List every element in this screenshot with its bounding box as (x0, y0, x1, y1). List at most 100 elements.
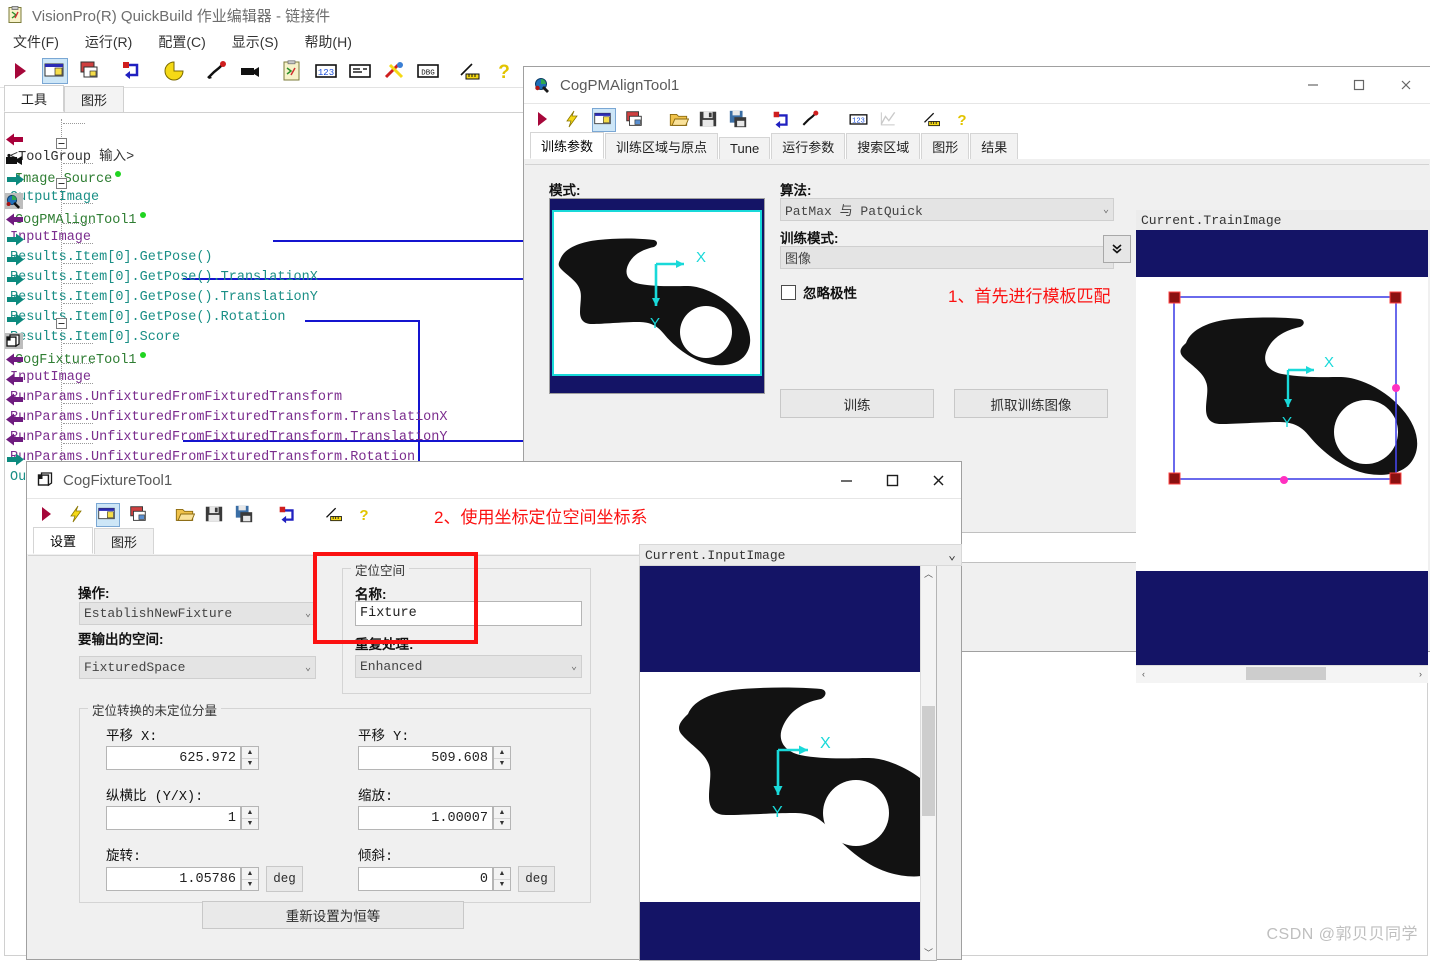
pmalign-window-controls[interactable] (1290, 67, 1430, 103)
scale-stepper[interactable]: ▲ ▼ (493, 806, 511, 830)
pmalign-close-button[interactable] (1382, 67, 1430, 103)
pm-toolbar-run[interactable] (532, 109, 554, 131)
fx-toolbar-tool-window[interactable] (96, 503, 120, 527)
pm-toolbar-save[interactable] (698, 109, 720, 131)
menu-help[interactable]: 帮助(H) (291, 30, 364, 54)
output-space-select[interactable]: FixturedSpace ⌄ (79, 656, 316, 679)
scale-field[interactable]: 1.00007 ▲ ▼ (358, 806, 511, 830)
train-mode-select[interactable]: 图像 ⌄ (780, 246, 1114, 269)
scroll-right-icon[interactable]: › (1413, 666, 1428, 681)
scroll-left-icon[interactable]: ‹ (1136, 666, 1151, 681)
skew-stepper[interactable]: ▲ ▼ (493, 867, 511, 891)
fixture-image-pane-wrap[interactable]: Current.InputImage ⌄ X Y ︿ ﹀ (639, 544, 962, 961)
menu-run[interactable]: 运行(R) (72, 30, 145, 54)
tab-tools[interactable]: 工具 (4, 85, 65, 112)
pmalign-titlebar[interactable]: CogPMAlignTool1 (524, 67, 1430, 104)
skew-field[interactable]: 0 ▲ ▼ deg (358, 866, 555, 892)
tab-graphics[interactable]: 图形 (64, 86, 125, 112)
scroll-up-icon[interactable]: ︿ (921, 566, 936, 581)
toolbar-measure[interactable] (458, 59, 482, 83)
rotation-unit-button[interactable]: deg (266, 866, 303, 892)
menu-display[interactable]: 显示(S) (219, 30, 292, 54)
scale-input[interactable]: 1.00007 (358, 806, 493, 830)
fixture-close-button[interactable] (915, 462, 961, 498)
fixture-input-image-display[interactable]: X Y ︿ ﹀ (639, 566, 937, 961)
aspect-ratio-stepper[interactable]: ▲ ▼ (241, 806, 259, 830)
toolbar-run[interactable] (8, 59, 32, 83)
pm-toolbar-graph[interactable] (878, 109, 900, 131)
toolbar-link[interactable] (120, 59, 144, 83)
pm-toolbar-edit[interactable] (800, 109, 822, 131)
aspect-ratio-field[interactable]: 1 ▲ ▼ (106, 806, 259, 830)
rotation-field[interactable]: 1.05786 ▲ ▼ deg (106, 866, 303, 892)
pmalign-maximize-button[interactable] (1336, 67, 1382, 103)
fixture-maximize-button[interactable] (869, 462, 915, 498)
toolbar-help[interactable]: ? (492, 59, 516, 83)
toolbar-numbers[interactable]: 123 (314, 59, 338, 83)
tree-expander[interactable] (56, 318, 67, 329)
pmalign-image-hscrollbar[interactable]: ‹ › (1136, 665, 1428, 683)
toolbar-script[interactable] (280, 59, 304, 83)
fixture-toolbar[interactable]: ? 2、使用坐标定位空间坐标系 (27, 499, 961, 531)
pm-toolbar-copy-window[interactable] (624, 109, 646, 131)
translation-y-stepper[interactable]: ▲ ▼ (493, 746, 511, 770)
skew-unit-button[interactable]: deg (518, 866, 555, 892)
fx-toolbar-open[interactable] (174, 504, 196, 526)
duplicate-handling-select[interactable]: Enhanced ⌄ (355, 655, 582, 678)
fx-toolbar-lightning[interactable] (66, 504, 88, 526)
aspect-ratio-input[interactable]: 1 (106, 806, 241, 830)
toolbar-copy-window[interactable] (78, 59, 102, 83)
translation-x-input[interactable]: 625.972 (106, 746, 241, 770)
fixture-titlebar[interactable]: CogFixtureTool1 (27, 462, 961, 499)
fx-toolbar-save-as[interactable] (234, 504, 256, 526)
algorithm-select[interactable]: PatMax 与 PatQuick ⌄ (780, 198, 1114, 221)
main-tabstrip[interactable]: 工具 图形 (4, 85, 125, 112)
pmalign-image-selector[interactable]: Current.TrainImage (1136, 210, 1430, 230)
ignore-polarity-checkbox-row[interactable]: 忽略极性 (781, 282, 857, 302)
pm-tab-train-region[interactable]: 训练区域与原点 (605, 133, 719, 159)
tree-expander[interactable] (56, 138, 67, 149)
fixture-name-input[interactable]: Fixture (355, 601, 582, 626)
fx-toolbar-help[interactable]: ? (354, 504, 376, 526)
tree-expander[interactable] (56, 178, 67, 189)
toolbar-debug[interactable]: DBG (416, 59, 440, 83)
pm-toolbar-tool-window[interactable] (592, 108, 616, 132)
pmalign-toolbar[interactable]: 123 ? (524, 104, 1430, 136)
pm-toolbar-link[interactable] (770, 109, 792, 131)
toolbar-camera[interactable] (238, 59, 262, 83)
pmalign-image-pane-wrap[interactable]: Current.TrainImage X Y ‹ › (1136, 138, 1430, 723)
menu-config[interactable]: 配置(C) (145, 30, 218, 54)
pmalign-hscroll-thumb[interactable] (1246, 667, 1326, 680)
app-menubar[interactable]: 文件(F) 运行(R) 配置(C) 显示(S) 帮助(H) (0, 30, 1430, 54)
reset-to-identity-button[interactable]: 重新设置为恒等 (202, 901, 464, 929)
pm-toolbar-save-as[interactable] (728, 109, 750, 131)
grab-train-image-button[interactable]: 抓取训练图像 (954, 389, 1108, 418)
fixture-image-selector[interactable]: Current.InputImage ⌄ (639, 544, 962, 566)
fx-toolbar-save[interactable] (204, 504, 226, 526)
fx-toolbar-measure[interactable] (324, 504, 346, 526)
fixture-vscroll-thumb[interactable] (922, 706, 935, 816)
rotation-input[interactable]: 1.05786 (106, 867, 241, 891)
fx-tab-graphics[interactable]: 图形 (94, 528, 155, 554)
menu-file[interactable]: 文件(F) (0, 30, 72, 54)
fixture-tool-window[interactable]: CogFixtureTool1 ? 2、使用坐标定位空间坐标系 设置 图形 操作… (26, 461, 962, 961)
translation-x-stepper[interactable]: ▲ ▼ (241, 746, 259, 770)
fixture-minimize-button[interactable] (823, 462, 869, 498)
fx-toolbar-run[interactable] (36, 504, 58, 526)
toolbar-list[interactable] (348, 59, 372, 83)
translation-x-field[interactable]: 625.972 ▲ ▼ (106, 746, 259, 770)
pm-tab-search-region[interactable]: 搜索区域 (846, 133, 921, 159)
fx-toolbar-copy-window[interactable] (128, 504, 150, 526)
fixture-image-vscrollbar[interactable]: ︿ ﹀ (920, 566, 936, 960)
fixture-window-controls[interactable] (823, 462, 961, 498)
toolbar-undo[interactable] (162, 59, 186, 83)
pm-toolbar-lightning[interactable] (562, 109, 584, 131)
skew-input[interactable]: 0 (358, 867, 493, 891)
pm-toolbar-numbers[interactable]: 123 (848, 109, 870, 131)
pmalign-minimize-button[interactable] (1290, 67, 1336, 103)
pattern-preview[interactable]: X Y (549, 198, 765, 394)
translation-y-input[interactable]: 509.608 (358, 746, 493, 770)
pm-tab-graphics[interactable]: 图形 (921, 133, 970, 159)
train-button[interactable]: 训练 (780, 389, 934, 418)
pm-toolbar-open[interactable] (668, 109, 690, 131)
